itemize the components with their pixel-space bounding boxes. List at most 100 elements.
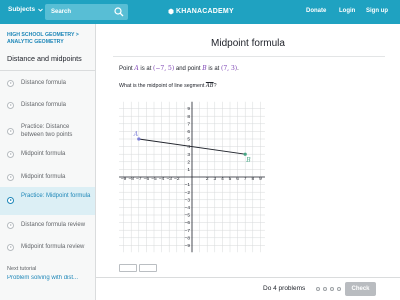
next-tutorial-label: Next tutorial [7, 266, 37, 272]
sidebar-item-label: Distance formula [21, 80, 67, 86]
sidebar-item-label: Midpoint formula [21, 174, 66, 180]
point-a-label: A [133, 131, 139, 138]
segment-ab: AB [205, 83, 214, 89]
practice-icon [7, 197, 14, 204]
sidebar-item-practice-distance[interactable]: Practice: Distance between two points [0, 119, 95, 145]
y-tick-label: 9 [187, 106, 190, 112]
play-icon [7, 102, 14, 109]
search-input[interactable]: Search [45, 4, 128, 20]
x-tick-label: 7 [244, 176, 247, 182]
leaf-logo-icon [168, 8, 174, 15]
sidebar-item-label: Midpoint formula review [21, 244, 85, 250]
progress-dot [316, 287, 320, 291]
y-tick-label: 3 [187, 152, 190, 158]
play-icon [7, 151, 14, 158]
x-tick-label: 3 [213, 176, 216, 182]
x-tick-label: −3 [166, 176, 172, 182]
answer-x-input[interactable] [119, 264, 137, 272]
point-b [243, 152, 247, 156]
sidebar-item-distance-review[interactable]: Distance formula review [0, 215, 95, 237]
article-icon [7, 244, 14, 251]
x-tick-label: −5 [151, 176, 157, 182]
sidebar-item-practice-midpoint[interactable]: Practice: Midpoint formula [0, 187, 95, 215]
do-problems-label: Do 4 problems [263, 285, 306, 292]
problem-statement: Point A is at (−7, 5) and point B is at … [119, 65, 239, 72]
search-placeholder: Search [51, 8, 72, 15]
question-text: What is the midpoint of line segment AB? [119, 83, 217, 89]
x-tick-label: 4 [221, 176, 224, 182]
sidebar-item-label: Practice: Distance between two points [21, 124, 73, 138]
chevron-down-icon [38, 8, 43, 12]
x-tick-label: 2 [206, 176, 209, 182]
problem-text: is at [138, 66, 154, 72]
signup-link[interactable]: Sign up [366, 8, 388, 14]
sidebar-item-midpoint-formula-video[interactable]: Midpoint formula [0, 144, 95, 166]
point-a-coordinates: (−7, 5) [153, 65, 175, 72]
khan-academy-logo[interactable]: KHANACADEMY [168, 8, 234, 15]
subjects-label: Subjects [8, 6, 36, 13]
question-suffix: ? [213, 83, 217, 89]
sidebar-item-midpoint-formula-video-2[interactable]: Midpoint formula [0, 167, 95, 189]
play-icon [7, 174, 14, 181]
x-tick-label: −7 [136, 176, 142, 182]
y-tick-label: −1 [185, 182, 191, 188]
y-tick-label: 2 [187, 159, 190, 165]
x-tick-label: −2 [174, 176, 180, 182]
sidebar-title: Distance and midpoints [7, 54, 82, 63]
x-tick-label: −4 [159, 176, 165, 182]
problem-text: Point [119, 66, 135, 72]
next-tutorial-link[interactable]: Problem solving with dist... [7, 275, 93, 281]
login-link[interactable]: Login [339, 8, 355, 14]
y-tick-label: −9 [185, 243, 191, 249]
problem-text: is at [206, 66, 221, 72]
x-tick-label: 8 [251, 176, 254, 182]
y-tick-labels: 9 87 6 54 32 1 −1 −2−3 −4 −5−6 −7−8 −9 [185, 106, 191, 249]
y-tick-label: 7 [187, 121, 190, 127]
problem-text: . [237, 66, 239, 72]
progress-dot [323, 287, 327, 291]
sidebar-item-distance-formula-video[interactable]: Distance formula [0, 73, 95, 95]
x-tick-label: −8 [128, 176, 134, 182]
sidebar-item-label: Midpoint formula [21, 151, 66, 157]
y-tick-label: −8 [185, 235, 191, 241]
y-tick-label: −5 [185, 213, 191, 219]
y-tick-label: 1 [187, 167, 190, 173]
x-tick-label: −9 [121, 176, 127, 182]
answer-y-input[interactable] [139, 264, 157, 272]
y-tick-label: −7 [185, 228, 191, 234]
title-divider [113, 56, 385, 57]
sidebar-item-label: Distance formula review [21, 222, 86, 228]
progress-dot [330, 287, 334, 291]
y-tick-label: −2 [185, 190, 191, 196]
point-b-label: B [245, 157, 251, 164]
y-tick-label: −3 [185, 197, 191, 203]
donate-link[interactable]: Donate [306, 8, 326, 14]
y-tick-label: 8 [187, 114, 190, 120]
y-tick-label: −6 [185, 220, 191, 226]
sidebar-item-label: Distance formula [21, 102, 67, 108]
problem-text: and point [174, 66, 203, 72]
y-tick-label: 4 [187, 144, 190, 150]
coordinate-plane[interactable]: −9 −8 −7 −6 −5 −4 −3 −2 2 3 4 5 6 7 8 9 987654321−1−2−3… [118, 94, 266, 260]
search-icon [114, 7, 124, 17]
subjects-menu[interactable]: Subjects [8, 6, 43, 13]
x-tick-label: 9 [259, 176, 262, 182]
article-icon [7, 222, 14, 229]
sidebar-item-distance-formula-video-2[interactable]: Distance formula [0, 95, 95, 117]
exercise-footer: Do 4 problems Check [96, 277, 400, 300]
practice-icon [7, 128, 14, 135]
check-button[interactable]: Check [345, 282, 376, 296]
sidebar-item-midpoint-review[interactable]: Midpoint formula review [0, 237, 95, 259]
logo-text: KHANACADEMY [176, 8, 234, 15]
page-title: Midpoint formula [211, 38, 285, 49]
progress-dot [337, 287, 341, 291]
sidebar: HIGH SCHOOL GEOMETRY > ANALYTIC GEOMETRY… [0, 24, 96, 300]
breadcrumb[interactable]: HIGH SCHOOL GEOMETRY > ANALYTIC GEOMETRY [7, 32, 87, 45]
sidebar-item-label: Practice: Midpoint formula [21, 193, 91, 199]
x-tick-label: 5 [229, 176, 232, 182]
y-tick-label: −4 [185, 205, 191, 211]
question-prefix: What is the midpoint of line segment [119, 83, 206, 89]
y-tick-label: 5 [187, 137, 190, 143]
x-tick-label: 6 [236, 176, 239, 182]
y-tick-label: 6 [187, 129, 190, 135]
